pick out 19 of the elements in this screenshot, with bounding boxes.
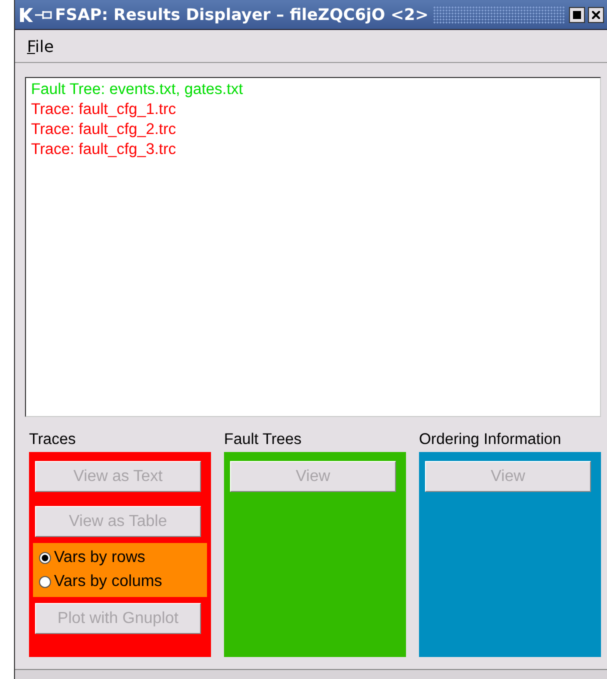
square-icon [573, 10, 581, 18]
panel-title: Fault Trees [224, 430, 303, 450]
radio-button[interactable] [39, 552, 51, 564]
radio-button[interactable] [39, 576, 51, 588]
scrollbar[interactable] [15, 669, 607, 679]
radio-label[interactable]: Vars by rows [54, 549, 146, 567]
result-entry[interactable]: Trace: fault_cfg_2.trc [31, 120, 595, 140]
close-icon [592, 10, 600, 18]
window-title: FSAP: Results Displayer – fileZQC6jO <2> [55, 5, 429, 24]
result-entry[interactable]: Trace: fault_cfg_1.trc [31, 100, 595, 120]
menu-item[interactable]: File [27, 36, 54, 56]
pin-icon[interactable] [35, 10, 53, 20]
close-button[interactable] [588, 6, 604, 22]
result-entry[interactable]: Trace: fault_cfg_3.trc [31, 140, 595, 160]
maximize-button[interactable] [569, 6, 585, 22]
radio-label[interactable]: Vars by colums [54, 573, 162, 591]
app-logo-icon [19, 6, 33, 22]
panel-title: Ordering Information [419, 430, 562, 450]
panel-title: Traces [29, 430, 77, 450]
